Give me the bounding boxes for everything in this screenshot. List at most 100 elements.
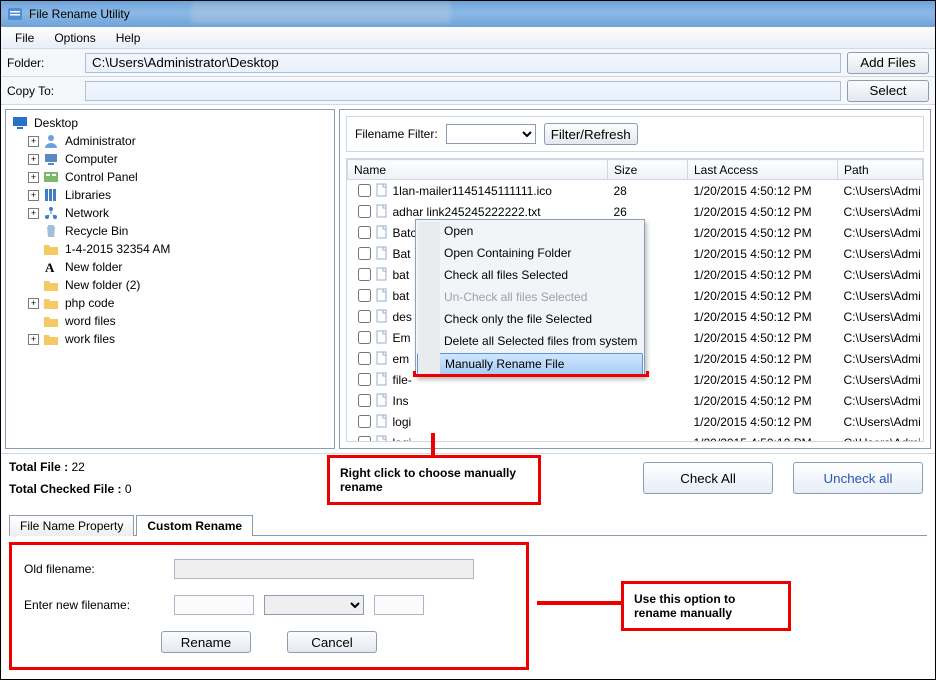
- menu-file[interactable]: File: [15, 31, 34, 45]
- table-row[interactable]: logi1/20/2015 4:50:12 PMC:\Users\Admi: [348, 411, 923, 432]
- filter-combo[interactable]: [446, 124, 536, 144]
- file-last-access: 1/20/2015 4:50:12 PM: [688, 306, 838, 327]
- filter-refresh-button[interactable]: Filter/Refresh: [544, 123, 638, 145]
- rename-button[interactable]: Rename: [161, 631, 251, 653]
- folder-icon: [43, 277, 59, 293]
- tree-item[interactable]: 1-4-2015 32354 AM: [8, 240, 332, 258]
- expand-icon[interactable]: +: [28, 154, 39, 165]
- row-checkbox[interactable]: [358, 205, 371, 218]
- tree-item[interactable]: New folder (2): [8, 276, 332, 294]
- rename-suffix-input[interactable]: [374, 595, 424, 615]
- tree-item[interactable]: + Control Panel: [8, 168, 332, 186]
- row-checkbox[interactable]: [358, 373, 371, 386]
- tree-item[interactable]: word files: [8, 312, 332, 330]
- row-checkbox[interactable]: [358, 394, 371, 407]
- tab-custom-rename[interactable]: Custom Rename: [136, 515, 253, 536]
- filter-row: Filename Filter: Filter/Refresh: [346, 116, 924, 152]
- ctx-delete-all[interactable]: Delete all Selected files from system: [416, 330, 644, 352]
- row-checkbox[interactable]: [358, 268, 371, 281]
- select-folder-button[interactable]: Select: [847, 80, 929, 102]
- ctx-check-all[interactable]: Check all files Selected: [416, 264, 644, 286]
- cancel-button[interactable]: Cancel: [287, 631, 377, 653]
- file-last-access: 1/20/2015 4:50:12 PM: [688, 243, 838, 264]
- file-icon: [375, 414, 389, 431]
- folder-row: Folder: Add Files: [1, 49, 935, 77]
- total-file-value: 22: [71, 460, 84, 474]
- tree-item[interactable]: + php code: [8, 294, 332, 312]
- file-path: C:\Users\Admi: [838, 243, 923, 264]
- col-last-access[interactable]: Last Access: [688, 160, 838, 180]
- row-checkbox[interactable]: [358, 289, 371, 302]
- ctx-open-folder[interactable]: Open Containing Folder: [416, 242, 644, 264]
- row-checkbox[interactable]: [358, 184, 371, 197]
- callout-1-leader: [431, 433, 435, 455]
- file-name: bat: [393, 268, 410, 282]
- table-row[interactable]: 1lan-mailer1145145111111.ico281/20/2015 …: [348, 180, 923, 202]
- row-checkbox[interactable]: [358, 352, 371, 365]
- row-checkbox[interactable]: [358, 310, 371, 323]
- ctx-check-only[interactable]: Check only the file Selected: [416, 308, 644, 330]
- tree-item[interactable]: +work files: [8, 330, 332, 348]
- file-path: C:\Users\Admi: [838, 180, 923, 202]
- tree-item-label: Control Panel: [65, 170, 138, 184]
- expand-icon[interactable]: +: [28, 208, 39, 219]
- user-icon: [43, 133, 59, 149]
- tree-root[interactable]: Desktop: [8, 114, 332, 132]
- row-checkbox[interactable]: [358, 247, 371, 260]
- row-checkbox[interactable]: [358, 436, 371, 442]
- row-checkbox[interactable]: [358, 226, 371, 239]
- expand-icon[interactable]: +: [28, 298, 39, 309]
- table-row[interactable]: Ins1/20/2015 4:50:12 PMC:\Users\Admi: [348, 390, 923, 411]
- file-path: C:\Users\Admi: [838, 327, 923, 348]
- check-all-button[interactable]: Check All: [643, 462, 773, 494]
- tree-item[interactable]: Recycle Bin: [8, 222, 332, 240]
- tree-item[interactable]: +Computer: [8, 150, 332, 168]
- folder-input[interactable]: [85, 53, 841, 73]
- tree-item[interactable]: +Libraries: [8, 186, 332, 204]
- menu-help[interactable]: Help: [116, 31, 141, 45]
- file-icon: [375, 288, 389, 305]
- file-size: [608, 432, 688, 442]
- uncheck-all-button[interactable]: Uncheck all: [793, 462, 923, 494]
- file-icon: [375, 204, 389, 221]
- col-name[interactable]: Name: [348, 160, 608, 180]
- add-files-button[interactable]: Add Files: [847, 52, 929, 74]
- ctx-open[interactable]: Open: [416, 220, 644, 242]
- tree-item-label: php code: [65, 296, 114, 310]
- expand-icon[interactable]: +: [28, 172, 39, 183]
- col-size[interactable]: Size: [608, 160, 688, 180]
- folder-tree[interactable]: Desktop +Administrator+Computer+Control …: [5, 109, 335, 449]
- file-size: 28: [608, 180, 688, 202]
- row-checkbox[interactable]: [358, 331, 371, 344]
- menu-bar: File Options Help: [1, 27, 935, 49]
- libraries-icon: [43, 187, 59, 203]
- tree-item[interactable]: ANew folder: [8, 258, 332, 276]
- window-title: File Rename Utility: [29, 7, 130, 21]
- callout-1-text: Right click to choose manually rename: [340, 466, 516, 494]
- file-last-access: 1/20/2015 4:50:12 PM: [688, 222, 838, 243]
- file-last-access: 1/20/2015 4:50:12 PM: [688, 180, 838, 202]
- copy-to-input[interactable]: [85, 81, 841, 101]
- rename-pattern-combo[interactable]: [264, 595, 364, 615]
- col-path[interactable]: Path: [838, 160, 923, 180]
- app-icon: [7, 6, 23, 22]
- expand-icon[interactable]: +: [28, 136, 39, 147]
- tree-item-label: Recycle Bin: [65, 224, 128, 238]
- tree-item[interactable]: +Administrator: [8, 132, 332, 150]
- tree-item[interactable]: +Network: [8, 204, 332, 222]
- file-name: file-: [393, 373, 412, 387]
- menu-options[interactable]: Options: [54, 31, 95, 45]
- row-checkbox[interactable]: [358, 415, 371, 428]
- tab-file-name-property[interactable]: File Name Property: [9, 515, 134, 536]
- file-last-access: 1/20/2015 4:50:12 PM: [688, 201, 838, 222]
- svg-text:A: A: [45, 260, 55, 275]
- file-name: Bat: [393, 247, 411, 261]
- expand-icon[interactable]: +: [28, 190, 39, 201]
- new-filename-input[interactable]: [174, 595, 254, 615]
- expand-icon[interactable]: +: [28, 334, 39, 345]
- copy-to-label: Copy To:: [7, 84, 79, 98]
- tree-item-label: New folder (2): [65, 278, 140, 292]
- ctx-uncheck-all[interactable]: Un-Check all files Selected: [416, 286, 644, 308]
- context-menu[interactable]: Open Open Containing Folder Check all fi…: [415, 219, 645, 377]
- desktop-icon: [12, 115, 28, 131]
